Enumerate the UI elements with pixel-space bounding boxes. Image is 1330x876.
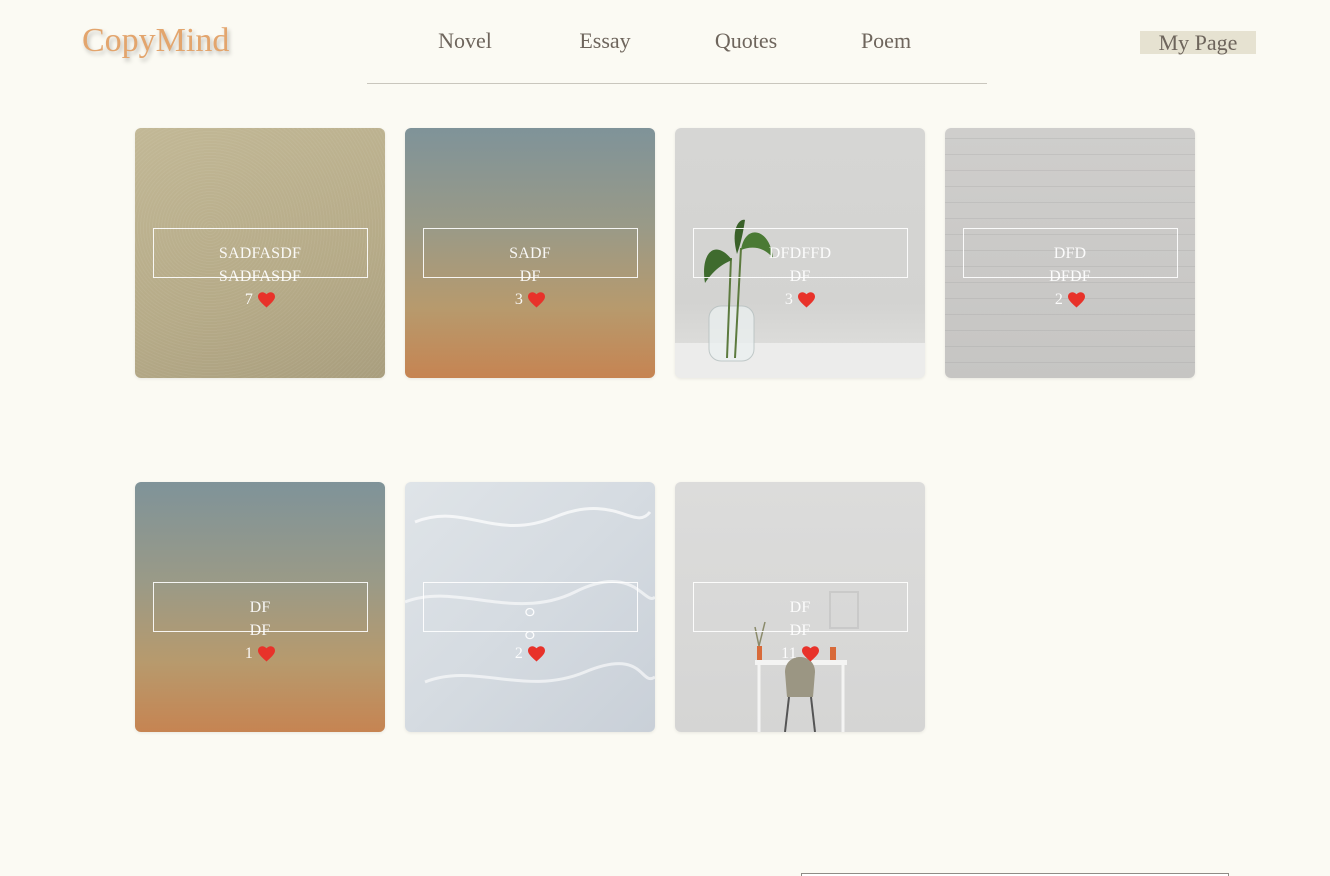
post-card[interactable]: DF DF 1 <box>135 482 385 732</box>
card-likes: 2 <box>945 291 1195 309</box>
card-title: SADFASDF <box>218 245 302 262</box>
card-likes: 11 <box>675 645 925 663</box>
card-title: SADF <box>509 245 551 262</box>
card-likes: 1 <box>135 645 385 663</box>
like-count: 3 <box>514 291 524 308</box>
card-subtitle: ㅇ <box>522 628 538 645</box>
post-card[interactable]: DFD DFDF 2 <box>945 128 1195 378</box>
nav-poem[interactable]: Poem <box>861 28 911 54</box>
post-card[interactable]: DFDFFD DF 3 <box>675 128 925 378</box>
like-count: 11 <box>781 645 797 662</box>
card-likes: 7 <box>135 291 385 309</box>
heart-icon[interactable] <box>528 292 546 308</box>
heart-icon[interactable] <box>801 646 819 662</box>
nav-quotes[interactable]: Quotes <box>715 28 777 54</box>
card-subtitle: DF <box>789 622 811 639</box>
card-subtitle: DF <box>249 622 271 639</box>
my-page-button[interactable]: My Page <box>1140 30 1256 55</box>
card-subtitle: DF <box>519 268 541 285</box>
heart-icon[interactable] <box>1068 292 1086 308</box>
post-card[interactable]: SADFASDF SADFASDF 7 <box>135 128 385 378</box>
like-count: 3 <box>784 291 794 308</box>
card-subtitle: DF <box>789 268 811 285</box>
logo[interactable]: CopyMind <box>82 22 229 60</box>
card-likes: 3 <box>405 291 655 309</box>
like-count: 2 <box>1054 291 1064 308</box>
card-title: ㅇ <box>522 605 538 622</box>
card-likes: 2 <box>405 645 655 663</box>
heart-icon[interactable] <box>258 292 276 308</box>
heart-icon[interactable] <box>798 292 816 308</box>
card-title: DFD <box>1053 245 1087 262</box>
like-count: 2 <box>514 645 524 662</box>
card-title: DF <box>789 599 811 616</box>
post-card[interactable]: SADF DF 3 <box>405 128 655 378</box>
nav-novel[interactable]: Novel <box>438 28 492 54</box>
card-subtitle: SADFASDF <box>218 268 302 285</box>
card-likes: 3 <box>675 291 925 309</box>
like-count: 1 <box>244 645 254 662</box>
nav-essay[interactable]: Essay <box>579 28 630 54</box>
card-title: DF <box>249 599 271 616</box>
main-nav: Novel Essay Quotes Poem <box>367 0 987 84</box>
post-card[interactable]: ㅇ ㅇ 2 <box>405 482 655 732</box>
card-subtitle: DFDF <box>1049 268 1091 285</box>
heart-icon[interactable] <box>258 646 276 662</box>
card-title: DFDFFD <box>768 245 832 262</box>
post-card[interactable]: DF DF 11 <box>675 482 925 732</box>
heart-icon[interactable] <box>528 646 546 662</box>
like-count: 7 <box>244 291 254 308</box>
